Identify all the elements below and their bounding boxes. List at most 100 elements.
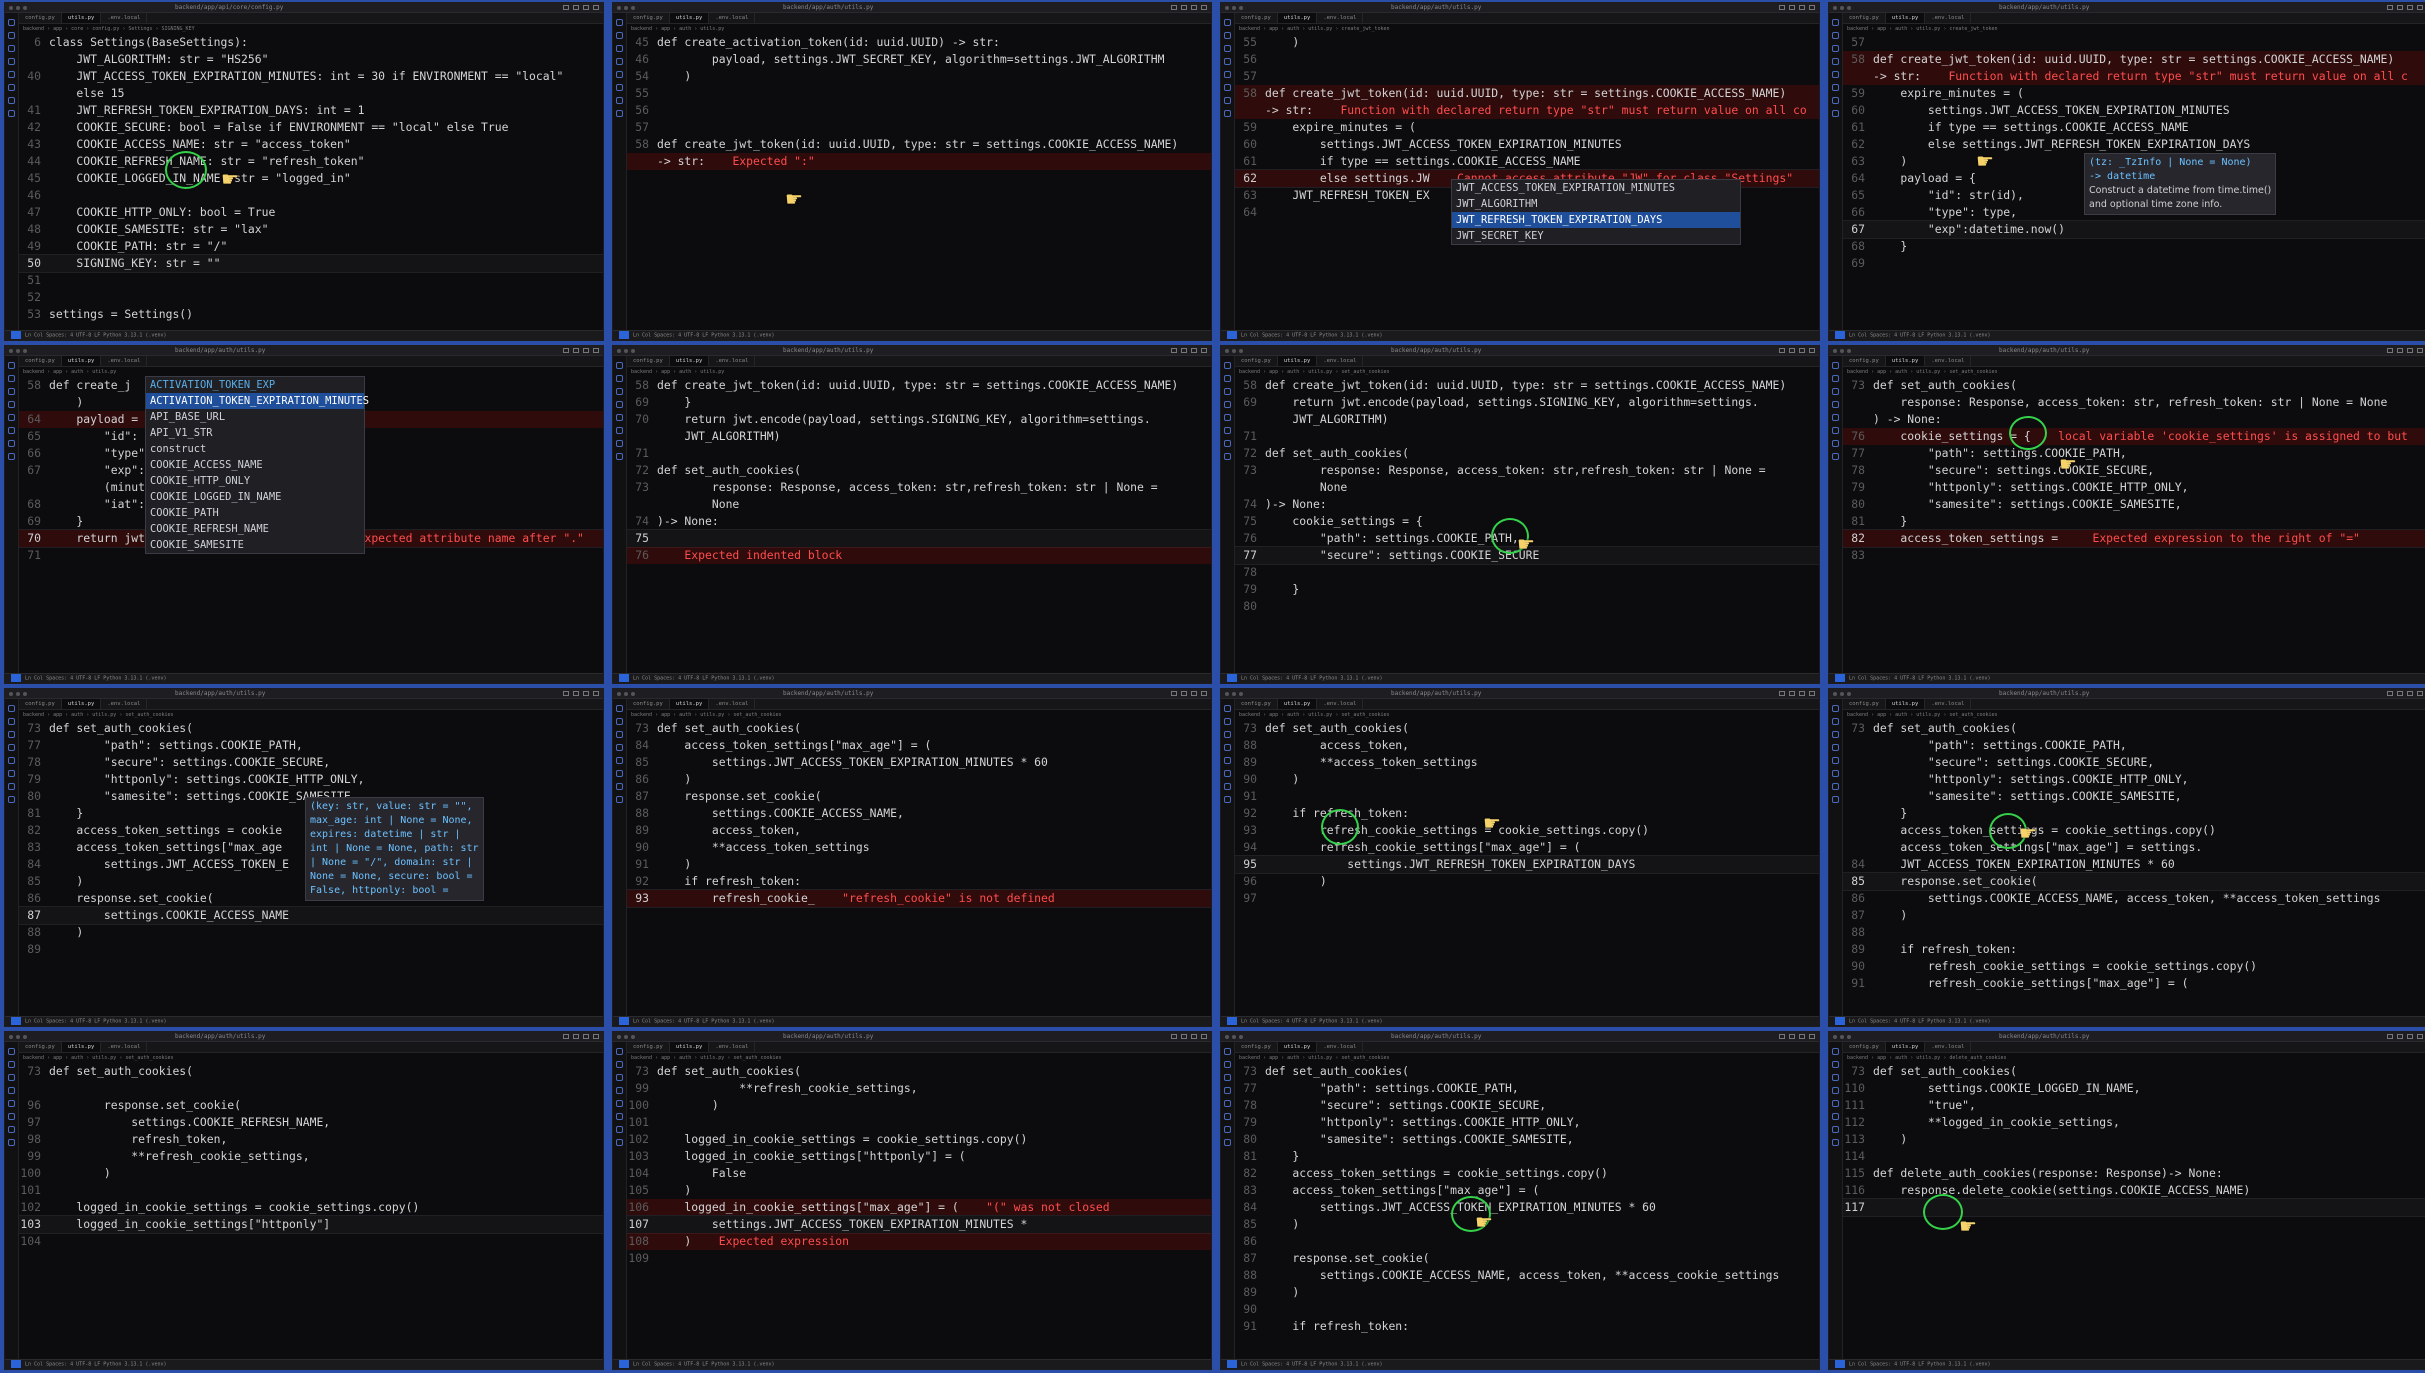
code-line[interactable]: 102 logged_in_cookie_settings = cookie_s… — [19, 1199, 603, 1216]
testing-icon[interactable] — [8, 1126, 15, 1133]
line-code[interactable]: **access_token_settings — [657, 840, 870, 854]
line-code[interactable]: response.set_cookie( — [49, 891, 213, 905]
line-code[interactable]: def create_jwt_token(id: uuid.UUID, type… — [657, 378, 1178, 392]
breadcrumb[interactable]: backend › app › auth › utils.py — [631, 368, 1211, 376]
tab-1[interactable]: utils.py — [61, 356, 102, 366]
breadcrumb[interactable]: backend › app › auth › utils.py › set_au… — [631, 1054, 1211, 1062]
line-code[interactable]: else 15 — [49, 86, 124, 100]
code-line[interactable]: 57 — [1843, 34, 2425, 51]
tab-0[interactable]: config.py — [1843, 699, 1886, 709]
editor-tabs[interactable]: config.py utils.py .env.local — [1843, 699, 2425, 710]
tab-0[interactable]: config.py — [1843, 13, 1886, 23]
line-code[interactable]: "id": str(id), — [1873, 188, 2024, 202]
editor-tabs[interactable]: config.py utils.py .env.local — [19, 356, 603, 367]
breadcrumb[interactable]: backend › app › auth › utils.py › set_au… — [631, 711, 1211, 719]
editor-tabs[interactable]: config.py utils.py .env.local — [19, 699, 603, 710]
extensions-icon[interactable] — [1832, 71, 1839, 78]
line-code[interactable]: else settings.JWT_REFRESH_TOKEN_EXPIRATI… — [1873, 137, 2250, 151]
line-code[interactable]: "path": settings.COOKIE_PATH, — [49, 738, 303, 752]
status-bar[interactable]: Ln Col Spaces: 4 UTF-8 LF Python 3.13.1 … — [5, 1359, 603, 1369]
line-code[interactable]: ) — [1265, 874, 1327, 888]
line-code[interactable]: COOKIE_PATH: str = "/" — [49, 239, 227, 253]
line-code[interactable]: )-> None: — [1265, 497, 1327, 511]
code-line[interactable]: "httponly": settings.COOKIE_HTTP_ONLY, — [1843, 771, 2425, 788]
code-line[interactable]: access_token_settings = cookie_settings.… — [1843, 822, 2425, 839]
code-line[interactable]: 91 ) — [627, 856, 1211, 873]
code-editor[interactable]: 73 def set_auth_cookies( "path": settings… — [1843, 720, 2425, 1016]
testing-icon[interactable] — [1832, 97, 1839, 104]
tab-2[interactable]: .env.local — [1925, 1042, 1972, 1052]
explorer-icon[interactable] — [616, 19, 623, 26]
line-code[interactable]: def set_auth_cookies( — [1265, 446, 1409, 460]
run-icon[interactable] — [616, 401, 623, 408]
docker-icon[interactable] — [616, 796, 623, 803]
activity-bar[interactable] — [1829, 13, 1843, 330]
code-line[interactable]: 104 — [19, 1233, 603, 1250]
code-line[interactable]: 80 "samesite": settings.COOKIE_SAMESITE, — [1235, 1131, 1819, 1148]
tab-0[interactable]: config.py — [1235, 13, 1278, 23]
source-control-icon[interactable] — [8, 388, 15, 395]
code-line[interactable]: 61 if type == settings.COOKIE_ACCESS_NAM… — [1235, 153, 1819, 170]
code-line[interactable]: 88 settings.COOKIE_ACCESS_NAME, access_t… — [1235, 1267, 1819, 1284]
tab-1[interactable]: utils.py — [669, 1042, 710, 1052]
testing-icon[interactable] — [1224, 440, 1231, 447]
run-icon[interactable] — [1224, 1087, 1231, 1094]
tab-2[interactable]: .env.local — [1317, 356, 1364, 366]
source-control-icon[interactable] — [1832, 388, 1839, 395]
activity-bar[interactable] — [5, 356, 19, 673]
run-icon[interactable] — [1224, 401, 1231, 408]
line-code[interactable]: } — [1265, 1149, 1299, 1163]
layout-buttons[interactable] — [2387, 5, 2423, 10]
tab-0[interactable]: config.py — [19, 356, 62, 366]
code-line[interactable]: else 15 — [19, 85, 603, 102]
code-line[interactable]: 51 — [19, 272, 603, 289]
line-code[interactable]: settings.JWT_ACCESS_TOKEN_EXPIRATION_MIN… — [1265, 137, 1622, 151]
code-editor[interactable]: 58 def create_jwt_token(id: uuid.UUID, ty… — [627, 377, 1211, 673]
docker-icon[interactable] — [616, 1139, 623, 1146]
window-controls[interactable] — [1225, 349, 1243, 353]
remote-indicator[interactable] — [11, 674, 21, 682]
remote-icon[interactable] — [8, 1113, 15, 1120]
code-line[interactable]: 56 — [627, 102, 1211, 119]
window-controls[interactable] — [1833, 6, 1851, 10]
search-icon[interactable] — [1224, 375, 1231, 382]
remote-icon[interactable] — [616, 84, 623, 91]
line-code[interactable]: def set_auth_cookies( — [657, 1064, 801, 1078]
autocomplete-item[interactable]: COOKIE_SAMESITE — [146, 537, 364, 553]
line-code[interactable]: settings.COOKIE_REFRESH_NAME, — [49, 1115, 330, 1129]
window-controls[interactable] — [617, 692, 635, 696]
line-code[interactable]: JWT_ALGORITHM: str = "HS256" — [49, 52, 268, 66]
line-code[interactable]: ) — [1873, 1132, 1907, 1146]
line-code[interactable]: JWT_REFRESH_TOKEN_EXPIRATION_DAYS: int =… — [49, 103, 364, 117]
remote-icon[interactable] — [616, 1113, 623, 1120]
code-line[interactable]: 87 ) — [1843, 907, 2425, 924]
line-code[interactable]: Expected indented block — [657, 548, 842, 562]
activity-bar[interactable] — [1221, 356, 1235, 673]
line-code[interactable]: None — [1265, 480, 1347, 494]
activity-bar[interactable] — [5, 699, 19, 1016]
tab-1[interactable]: utils.py — [1885, 699, 1926, 709]
search-icon[interactable] — [1224, 1061, 1231, 1068]
line-code[interactable]: logged_in_cookie_settings = cookie_setti… — [657, 1132, 1027, 1146]
window-controls[interactable] — [1225, 6, 1243, 10]
line-code[interactable]: ) — [1265, 35, 1299, 49]
tab-2[interactable]: .env.local — [709, 356, 756, 366]
extensions-icon[interactable] — [1224, 414, 1231, 421]
line-code[interactable]: "samesite": settings.COOKIE_SAMESITE, — [1265, 1132, 1574, 1146]
tab-0[interactable]: config.py — [19, 699, 62, 709]
tab-1[interactable]: utils.py — [1277, 699, 1318, 709]
code-editor[interactable]: 73 def set_auth_cookies(88 access_token, 8… — [1235, 720, 1819, 1016]
code-line[interactable]: 98 refresh_token, — [19, 1131, 603, 1148]
code-line[interactable]: 76 cookie_settings = { local variable 'c… — [1843, 428, 2425, 445]
code-line[interactable]: 58 def create_jwt_token(id: uuid.UUID, ty… — [627, 136, 1211, 153]
code-line[interactable]: 77 "path": settings.COOKIE_PATH, — [1235, 1080, 1819, 1097]
code-line[interactable]: -> str: Function with declared return ty… — [1843, 68, 2425, 85]
code-line[interactable]: 84 JWT_ACCESS_TOKEN_EXPIRATION_MINUTES *… — [1843, 856, 2425, 873]
line-code[interactable]: COOKIE_REFRESH_NAME: str = "refresh_toke… — [49, 154, 364, 168]
source-control-icon[interactable] — [1224, 45, 1231, 52]
line-code[interactable]: settings.JWT_ACCESS_TOKEN_EXPIRATION_MIN… — [1873, 103, 2230, 117]
line-code[interactable]: "secure": settings.COOKIE_SECURE, — [1873, 755, 2154, 769]
docker-icon[interactable] — [616, 110, 623, 117]
breadcrumb[interactable]: backend › app › auth › utils.py › create… — [1847, 25, 2425, 33]
layout-buttons[interactable] — [1171, 348, 1207, 353]
